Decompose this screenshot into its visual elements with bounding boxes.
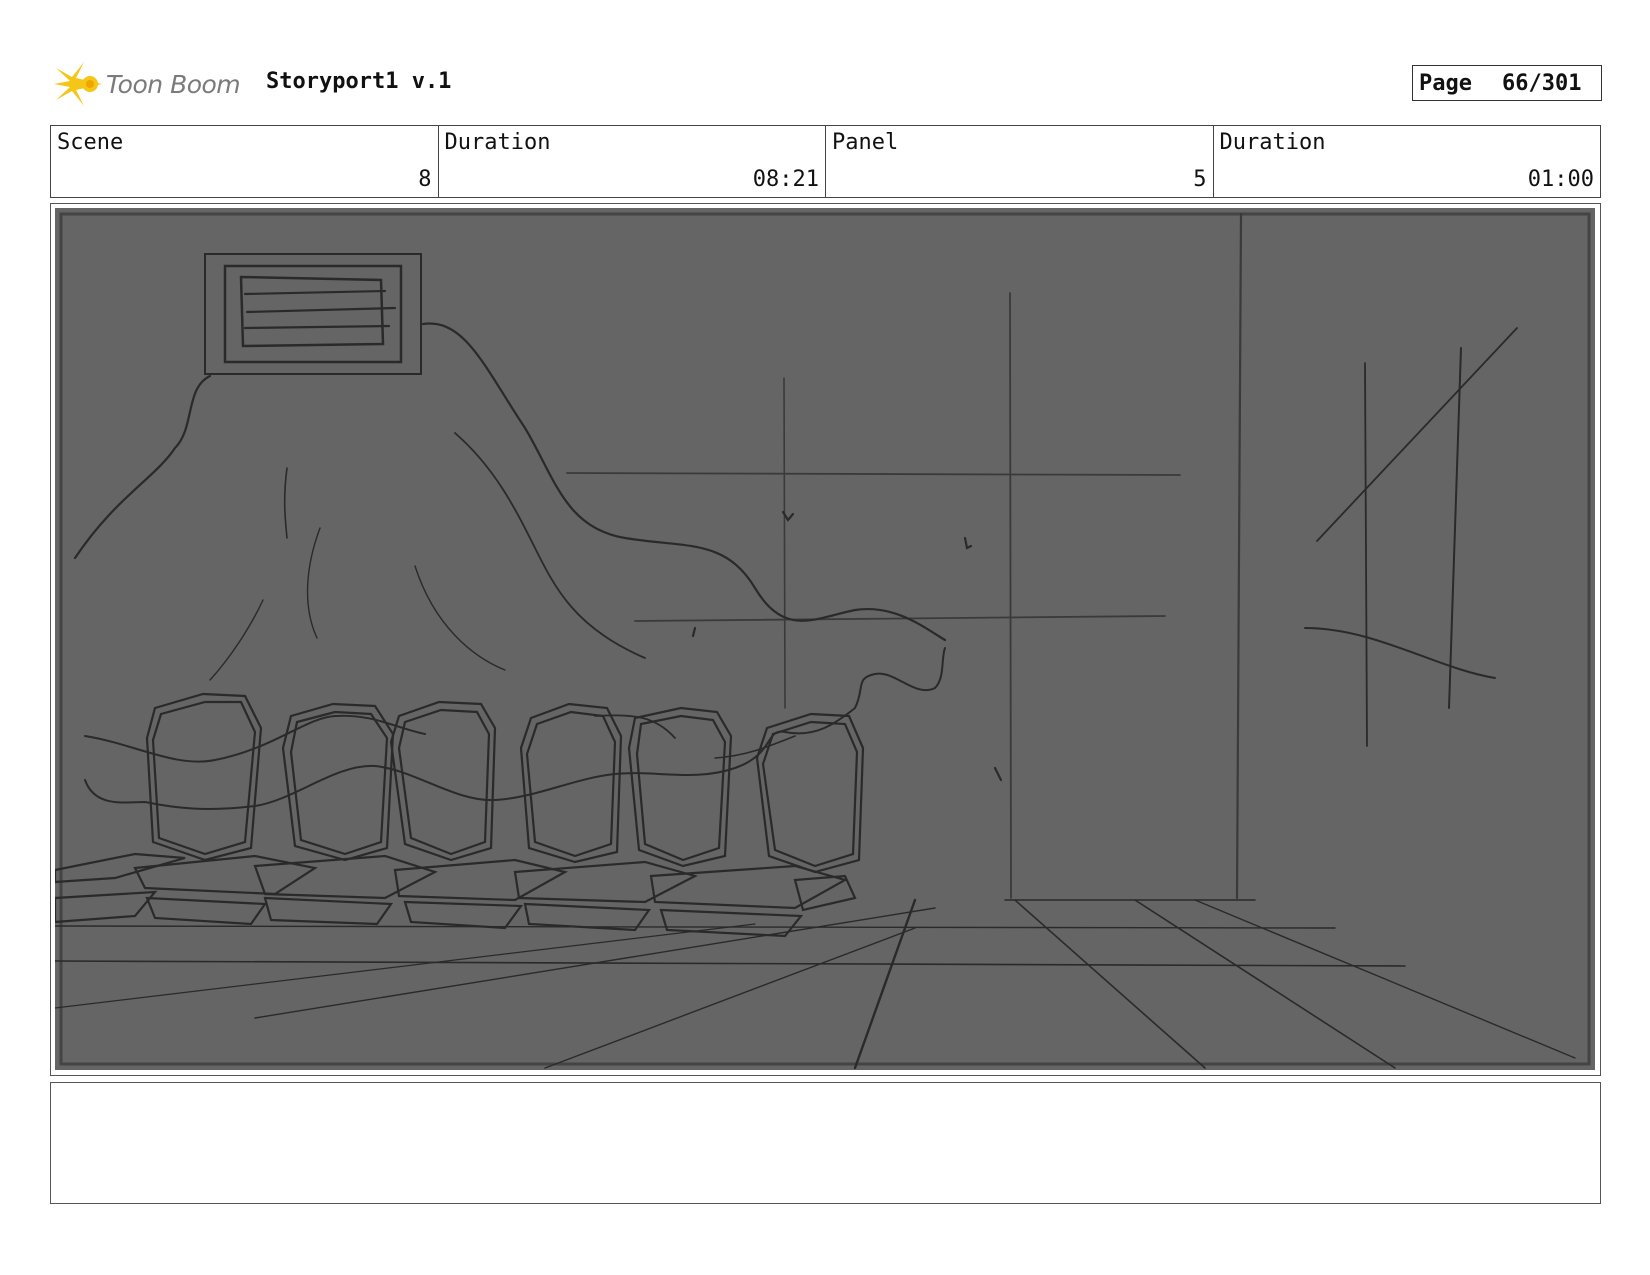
scene-duration-label: Duration <box>444 130 551 155</box>
storyboard-panel <box>50 203 1601 1076</box>
panel-label: Panel <box>832 130 899 155</box>
brand-name: Toon Boom <box>106 69 241 99</box>
scene-duration-value: 08:21 <box>752 167 819 192</box>
scene-cell: Scene 8 <box>51 126 439 197</box>
panel-value: 5 <box>1193 167 1207 192</box>
scene-value: 8 <box>418 167 432 192</box>
scene-label: Scene <box>57 130 124 155</box>
panel-cell: Panel 5 <box>826 126 1214 197</box>
toon-boom-logo: Toon Boom <box>54 58 241 110</box>
document-title: Storyport1 v.1 <box>266 69 452 94</box>
page-number: 66/301 <box>1501 70 1582 96</box>
page-indicator: Page 66/301 <box>1412 65 1602 101</box>
panel-background <box>55 208 1595 1070</box>
panel-duration-value: 01:00 <box>1527 167 1594 192</box>
page-header: Toon Boom Storyport1 v.1 Page 66/301 <box>54 58 1602 110</box>
panel-duration-label: Duration <box>1219 130 1326 155</box>
panel-duration-cell: Duration 01:00 <box>1214 126 1601 197</box>
scene-duration-cell: Duration 08:21 <box>439 126 826 197</box>
caption-box <box>50 1082 1601 1204</box>
page-label: Page <box>1419 70 1472 96</box>
toon-boom-star-icon <box>54 62 102 106</box>
panel-sketch <box>55 208 1595 1070</box>
panel-info-table: Scene 8 Duration 08:21 Panel 5 Duration … <box>50 125 1601 198</box>
